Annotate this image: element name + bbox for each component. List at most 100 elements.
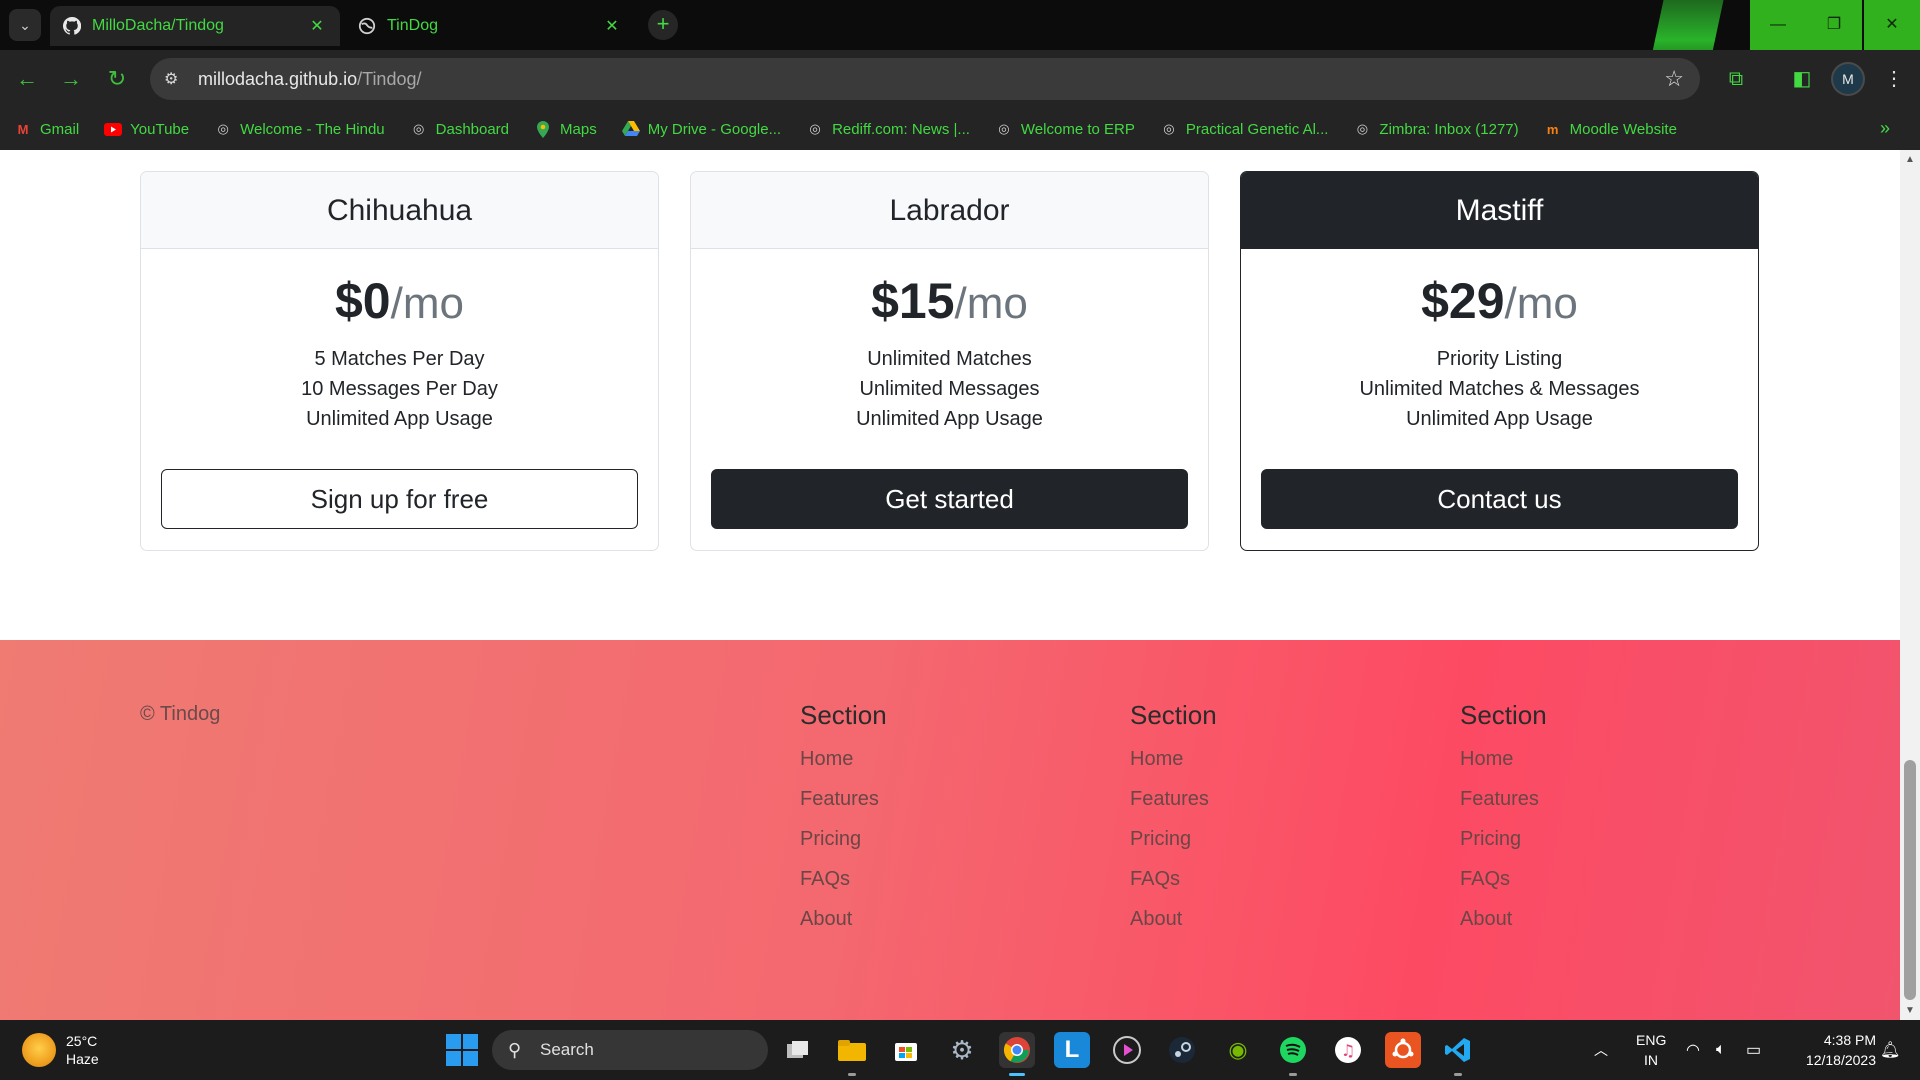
extensions-icon[interactable]: ⧉: [1722, 65, 1750, 93]
media-player-icon[interactable]: [1109, 1032, 1145, 1068]
spotify-icon[interactable]: [1275, 1032, 1311, 1076]
footer-link-home[interactable]: Home: [800, 741, 1060, 781]
bookmark-star-icon[interactable]: ☆: [1664, 66, 1684, 92]
bookmark-gmail[interactable]: M Gmail: [14, 120, 80, 138]
tab-millodacha-tindog[interactable]: MilloDacha/Tindog ✕: [50, 6, 340, 46]
footer-link-faqs[interactable]: FAQs: [800, 861, 1060, 901]
globe-icon: ◎: [1356, 121, 1369, 136]
tab-title: MilloDacha/Tindog: [92, 17, 224, 34]
nvidia-icon[interactable]: ◉: [1220, 1032, 1256, 1068]
bookmark-rediff[interactable]: ◎ Rediff.com: News |...: [806, 120, 970, 138]
bookmark-dashboard[interactable]: ◎ Dashboard: [410, 120, 509, 138]
footer-link-about[interactable]: About: [800, 901, 1060, 941]
more-bookmarks-icon[interactable]: »: [1880, 118, 1890, 139]
side-panel-icon[interactable]: ◧: [1788, 65, 1816, 93]
steam-icon[interactable]: [1164, 1032, 1200, 1068]
reload-icon[interactable]: ↻: [102, 64, 132, 94]
bookmark-youtube[interactable]: YouTube: [104, 120, 189, 138]
wallpaper-glow: [1642, 0, 1728, 50]
show-hidden-icons-chevron[interactable]: ︿: [1594, 1020, 1608, 1080]
scrollbar-thumb[interactable]: [1904, 760, 1916, 1000]
footer-link-pricing[interactable]: Pricing: [1460, 821, 1720, 861]
url-text: millodacha.github.io/Tindog/: [198, 68, 422, 89]
pricing-card-chihuahua: Chihuahua $0/mo 5 Matches Per Day 10 Mes…: [140, 171, 659, 551]
footer-link-faqs[interactable]: FAQs: [1130, 861, 1390, 901]
browser-toolbar: ← → ↻ ⚙ millodacha.github.io/Tindog/ ☆ ⧉…: [0, 50, 1920, 108]
feature-item: Unlimited Matches: [867, 348, 1032, 370]
copyright-text: © Tindog: [140, 703, 221, 725]
get-started-button[interactable]: Get started: [711, 469, 1188, 529]
language-indicator[interactable]: ENG IN: [1636, 1030, 1666, 1070]
footer-link-about[interactable]: About: [1130, 901, 1390, 941]
windows-start-icon[interactable]: [446, 1034, 478, 1066]
bookmark-zimbra[interactable]: ◎ Zimbra: Inbox (1277): [1353, 120, 1519, 138]
globe-icon: ◎: [412, 121, 425, 136]
clock-time: 4:38 PM: [1823, 1032, 1876, 1048]
tab-tindog[interactable]: TinDog ✕: [345, 6, 635, 46]
footer-link-features[interactable]: Features: [1460, 781, 1720, 821]
settings-gear-icon[interactable]: ⚙: [944, 1032, 980, 1068]
system-clock[interactable]: 4:38 PM 12/18/2023: [1786, 1030, 1876, 1070]
youtube-icon: [104, 120, 123, 138]
close-tab-icon[interactable]: ✕: [601, 16, 623, 36]
taskbar-search[interactable]: ⚲ Search: [492, 1030, 768, 1070]
tab-search-button[interactable]: ⌄: [9, 9, 41, 41]
close-tab-icon[interactable]: ✕: [306, 16, 328, 36]
page-scrollbar[interactable]: ▲ ▼: [1900, 150, 1920, 1020]
footer-link-pricing[interactable]: Pricing: [1130, 821, 1390, 861]
footer-link-faqs[interactable]: FAQs: [1460, 861, 1720, 901]
new-tab-button[interactable]: +: [648, 10, 678, 40]
maximize-button[interactable]: ❐: [1806, 0, 1862, 50]
wifi-icon[interactable]: ◠: [1686, 1020, 1700, 1080]
feature-item: Unlimited Matches & Messages: [1359, 378, 1640, 400]
footer-heading: Section: [1460, 700, 1547, 730]
weather-widget[interactable]: 25°C Haze: [22, 1032, 99, 1068]
search-icon: ⚲: [508, 1039, 522, 1060]
plan-name: Chihuahua: [141, 172, 658, 249]
itunes-icon[interactable]: ♫: [1330, 1032, 1366, 1068]
sign-up-free-button[interactable]: Sign up for free: [161, 469, 638, 529]
task-view-icon[interactable]: [780, 1032, 816, 1068]
chrome-icon[interactable]: [999, 1032, 1035, 1076]
scroll-up-icon[interactable]: ▲: [1900, 154, 1920, 165]
plan-features: Priority Listing Unlimited Matches & Mes…: [1241, 344, 1758, 434]
bookmark-erp[interactable]: ◎ Welcome to ERP: [995, 120, 1135, 138]
menu-kebab-icon[interactable]: ⋮: [1880, 65, 1908, 93]
footer-link-about[interactable]: About: [1460, 901, 1720, 941]
contact-us-button[interactable]: Contact us: [1261, 469, 1738, 529]
bookmark-google-drive[interactable]: My Drive - Google...: [621, 120, 781, 138]
scroll-down-icon[interactable]: ▼: [1900, 1005, 1920, 1016]
microsoft-store-icon[interactable]: [888, 1032, 924, 1068]
tab-strip: ⌄ MilloDacha/Tindog ✕ TinDog ✕ + — ❐ ✕: [0, 0, 1920, 50]
file-explorer-icon[interactable]: [834, 1032, 870, 1076]
bookmark-genetic-algorithms[interactable]: ◎ Practical Genetic Al...: [1160, 120, 1328, 138]
footer-link-home[interactable]: Home: [1460, 741, 1720, 781]
forward-arrow-icon[interactable]: →: [56, 64, 86, 94]
launcher-l-icon[interactable]: L: [1054, 1032, 1090, 1068]
bookmark-the-hindu[interactable]: ◎ Welcome - The Hindu: [214, 120, 384, 138]
footer-link-home[interactable]: Home: [1130, 741, 1390, 781]
site-info-icon[interactable]: ⚙: [164, 69, 186, 89]
globe-icon: ◎: [809, 121, 821, 136]
windows-taskbar: 25°C Haze ⚲ Search ⚙ L ◉ ♫ ︿ ENG IN ◠ 🔈︎…: [0, 1020, 1920, 1080]
footer-link-features[interactable]: Features: [800, 781, 1060, 821]
moodle-icon: m: [1546, 121, 1559, 137]
ubuntu-icon[interactable]: [1385, 1032, 1421, 1068]
minimize-button[interactable]: —: [1750, 0, 1806, 50]
volume-icon[interactable]: 🔈︎: [1716, 1020, 1726, 1080]
vscode-icon[interactable]: [1440, 1032, 1476, 1076]
bookmark-maps[interactable]: Maps: [534, 120, 597, 138]
back-arrow-icon[interactable]: ←: [12, 64, 42, 94]
notification-bell-icon[interactable]: 🔔︎: [1880, 1020, 1900, 1080]
battery-icon[interactable]: ▭: [1746, 1020, 1761, 1080]
feature-item: Unlimited Messages: [859, 378, 1040, 400]
footer-link-features[interactable]: Features: [1130, 781, 1390, 821]
profile-avatar[interactable]: M: [1831, 62, 1865, 96]
globe-icon: ◎: [998, 121, 1010, 136]
weather-description: Haze: [66, 1051, 99, 1067]
bookmark-moodle[interactable]: m Moodle Website: [1544, 120, 1677, 138]
drive-icon: [621, 120, 640, 138]
close-window-button[interactable]: ✕: [1864, 0, 1920, 50]
address-bar[interactable]: ⚙ millodacha.github.io/Tindog/ ☆: [150, 58, 1700, 100]
footer-link-pricing[interactable]: Pricing: [800, 821, 1060, 861]
